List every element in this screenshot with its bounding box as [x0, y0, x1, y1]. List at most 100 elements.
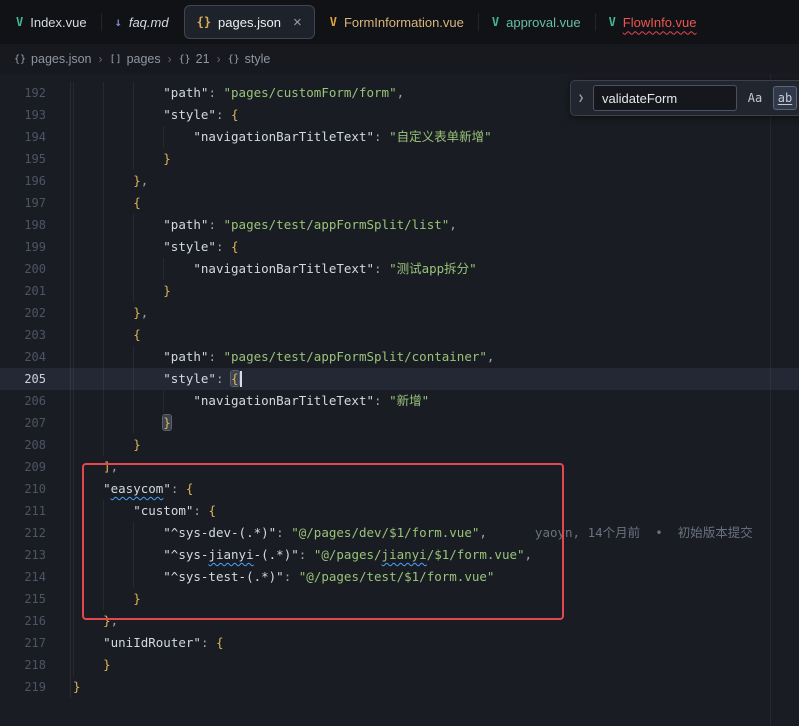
indent-guide: [73, 654, 103, 676]
indent-guide: [73, 280, 103, 302]
indent-guide: [103, 390, 133, 412]
tab-approval-vue[interactable]: Vapproval.vue: [479, 5, 594, 39]
code-line[interactable]: 210"easycom": {: [0, 478, 799, 500]
indent-guide: [163, 126, 193, 148]
line-number: 215: [0, 588, 46, 610]
indent-guide: [103, 346, 133, 368]
indent-guide: [103, 566, 133, 588]
code-line[interactable]: 201}: [0, 280, 799, 302]
tab-pages-json[interactable]: {}pages.json×: [184, 5, 315, 39]
indent-guide: [103, 82, 133, 104]
code-line[interactable]: 203 {: [0, 324, 799, 346]
code-line[interactable]: 200 "navigationBarTitleText": "测试app拆分": [0, 258, 799, 280]
breadcrumb-item-pages[interactable]: []pages: [110, 52, 161, 66]
code-line[interactable]: 211"custom": {: [0, 500, 799, 522]
breadcrumb-item-style[interactable]: {}style: [228, 52, 271, 66]
indent-guide: [103, 148, 133, 170]
code-text: "navigationBarTitleText": "自定义表单新增": [70, 126, 492, 148]
find-input[interactable]: [593, 85, 737, 111]
code-line[interactable]: 198"path": "pages/test/appFormSplit/list…: [0, 214, 799, 236]
vue-icon: V: [16, 15, 23, 29]
code-line[interactable]: 202},: [0, 302, 799, 324]
tab-faq-md[interactable]: ↓faq.md: [102, 5, 182, 39]
indent-guide: [103, 302, 133, 324]
json-braces-icon: {}: [197, 15, 211, 29]
line-number: 196: [0, 170, 46, 192]
column-ruler: [770, 74, 771, 726]
tab-index-vue[interactable]: VIndex.vue: [3, 5, 100, 39]
code-line[interactable]: 204"path": "pages/test/appFormSplit/cont…: [0, 346, 799, 368]
line-number: 216: [0, 610, 46, 632]
close-tab-icon[interactable]: ×: [293, 15, 302, 30]
indent-guide: [133, 346, 163, 368]
whole-word-toggle[interactable]: ab: [773, 86, 797, 110]
code-line[interactable]: 213"^sys-jianyi-(.*)": "@/pages/jianyi/$…: [0, 544, 799, 566]
indent-guide: [73, 148, 103, 170]
indent-guide: [133, 82, 163, 104]
code-text: "style": {: [70, 236, 239, 258]
code-line[interactable]: 214 "^sys-test-(.*)": "@/pages/test/$1/fo…: [0, 566, 799, 588]
breadcrumb-item-pages-json[interactable]: {}pages.json: [14, 52, 92, 66]
indent-guide: [73, 500, 103, 522]
tab-label: FlowInfo.vue: [623, 15, 697, 30]
line-number: 200: [0, 258, 46, 280]
code-line[interactable]: 194"navigationBarTitleText": "自定义表单新增": [0, 126, 799, 148]
code-line[interactable]: 208}: [0, 434, 799, 456]
breadcrumb-item-21[interactable]: {}21: [179, 52, 210, 66]
code-line[interactable]: 216},: [0, 610, 799, 632]
indent-guide: [133, 522, 163, 544]
line-number: 199: [0, 236, 46, 258]
code-line[interactable]: 212"^sys-dev-(.*)": "@/pages/dev/$1/form…: [0, 522, 799, 544]
line-number: 206: [0, 390, 46, 412]
markdown-icon: ↓: [115, 15, 122, 29]
tab-forminformation-vue[interactable]: VFormInformation.vue: [317, 5, 477, 39]
code-text: }: [70, 588, 141, 610]
indent-guide: [133, 148, 163, 170]
code-line[interactable]: 219}: [0, 676, 799, 698]
code-text: "navigationBarTitleText": "测试app拆分": [70, 258, 477, 280]
line-number: 193: [0, 104, 46, 126]
breadcrumb-label: pages.json: [31, 52, 91, 66]
code-line[interactable]: 197{: [0, 192, 799, 214]
line-number: 214: [0, 566, 46, 588]
indent-guide: [133, 126, 163, 148]
line-number: 205: [0, 368, 46, 390]
code-text: "style": {: [70, 368, 242, 390]
tab-flowinfo-vue[interactable]: VFlowInfo.vue: [596, 5, 710, 39]
indent-guide: [103, 588, 133, 610]
indent-guide: [103, 170, 133, 192]
code-text: {: [70, 324, 141, 346]
code-line[interactable]: 207}: [0, 412, 799, 434]
code-line[interactable]: 206"navigationBarTitleText": "新增": [0, 390, 799, 412]
code-line[interactable]: 205 "style": {: [0, 368, 799, 390]
indent-guide: [133, 390, 163, 412]
indent-guide: [133, 258, 163, 280]
code-line[interactable]: 196},: [0, 170, 799, 192]
code-line[interactable]: 217"uniIdRouter": {: [0, 632, 799, 654]
indent-guide: [103, 214, 133, 236]
line-number: 211: [0, 500, 46, 522]
indent-guide: [103, 126, 133, 148]
tab-label: FormInformation.vue: [344, 15, 464, 30]
line-number: 198: [0, 214, 46, 236]
breadcrumb-separator: ›: [99, 52, 103, 66]
match-case-toggle[interactable]: Aa: [743, 86, 767, 110]
code-line[interactable]: 215}: [0, 588, 799, 610]
find-expand-chevron-icon[interactable]: ❯: [575, 93, 587, 104]
code-line[interactable]: 209],: [0, 456, 799, 478]
code-line[interactable]: 195}: [0, 148, 799, 170]
code-line[interactable]: 199 "style": {: [0, 236, 799, 258]
line-number: 219: [0, 676, 46, 698]
indent-guide: [103, 324, 133, 346]
indent-guide: [103, 412, 133, 434]
text-cursor: [240, 371, 242, 387]
code-text: ],: [70, 456, 118, 478]
code-text: }: [70, 676, 81, 698]
line-number: 203: [0, 324, 46, 346]
line-number: 207: [0, 412, 46, 434]
code-line[interactable]: 218}: [0, 654, 799, 676]
code-text: "^sys-test-(.*)": "@/pages/test/$1/form.…: [70, 566, 494, 588]
indent-guide: [73, 302, 103, 324]
code-text: },: [70, 610, 118, 632]
indent-guide: [73, 456, 103, 478]
